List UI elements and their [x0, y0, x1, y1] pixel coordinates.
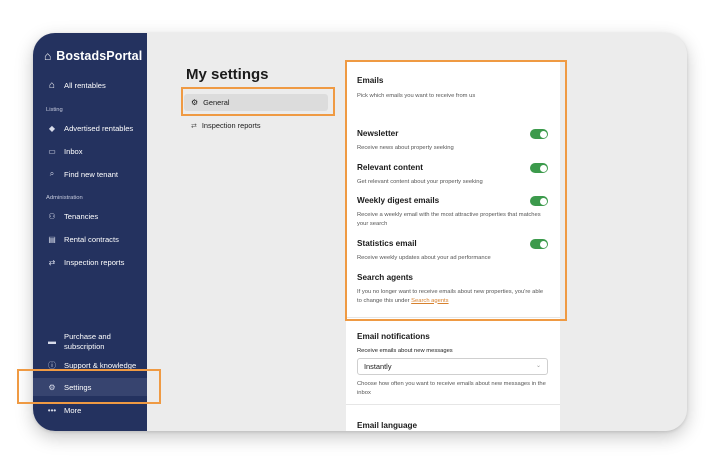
more-dots-icon: ••• [47, 405, 57, 415]
sidebar-item-rental-contracts[interactable]: ▤ Rental contracts [33, 230, 147, 248]
notification-frequency-select[interactable]: Instantly ⌄ [357, 358, 548, 375]
settings-menu-general[interactable]: ⚙ General [184, 94, 328, 111]
search-agents-text: If you no longer want to receive emails … [357, 289, 544, 304]
house-icon: ⌂ [44, 49, 52, 63]
weekly-digest-title: Weekly digest emails [357, 196, 440, 205]
app-window: ⌂ BostadsPortal ⌂ All rentables Listing … [33, 33, 687, 431]
emails-subtitle: Pick which emails you want to receive fr… [357, 93, 476, 99]
email-notifications-help: Choose how often you want to receive ema… [357, 381, 546, 396]
emails-heading: Emails [357, 76, 384, 85]
divider [346, 317, 560, 318]
settings-menu-label: General [203, 98, 230, 107]
sidebar-item-label: Rental contracts [64, 234, 119, 244]
section-label-administration: Administration [46, 195, 83, 201]
main-content: My settings ⚙ General ⇄ Inspection repor… [147, 33, 687, 431]
email-notifications-label: Receive emails about new messages [357, 348, 453, 354]
relevant-content-toggle[interactable] [530, 163, 548, 173]
megaphone-icon: ◆ [48, 123, 56, 133]
sidebar-item-label: Inspection reports [64, 257, 125, 267]
purchase-label-line1: Purchase and [64, 332, 111, 341]
settings-menu-inspection-reports[interactable]: ⇄ Inspection reports [191, 121, 261, 130]
settings-panel: Emails Pick which emails you want to rec… [346, 61, 560, 431]
document-icon: ▤ [48, 234, 56, 244]
email-language-heading: Email language [357, 421, 418, 430]
sidebar-item-label: Purchase and subscription [64, 332, 111, 352]
newsletter-title: Newsletter [357, 129, 399, 138]
chevron-down-icon: ⌄ [535, 363, 541, 369]
people-icon: ⚇ [48, 211, 56, 221]
brand-name: BostadsPortal [56, 49, 143, 63]
sidebar-item-settings[interactable]: ⚙ Settings [33, 378, 147, 396]
relevant-content-desc: Get relevant content about your property… [357, 179, 483, 185]
search-agents-desc: If you no longer want to receive emails … [357, 288, 549, 305]
sidebar-item-purchase[interactable]: ▬ Purchase and subscription [33, 330, 147, 354]
sidebar-item-all-rentables[interactable]: ⌂ All rentables [33, 76, 147, 94]
gear-icon: ⚙ [191, 98, 199, 107]
sidebar-item-more[interactable]: ••• More [33, 401, 147, 419]
sidebar-item-label: Settings [64, 382, 92, 392]
sidebar-item-find-tenant[interactable]: ⌕ Find new tenant [33, 165, 147, 183]
swap-arrows-icon: ⇄ [48, 257, 56, 267]
page-title: My settings [186, 66, 269, 83]
sidebar: ⌂ BostadsPortal ⌂ All rentables Listing … [33, 33, 147, 431]
credit-card-icon: ▬ [48, 337, 56, 346]
relevant-content-title: Relevant content [357, 163, 423, 172]
sidebar-item-label: Inbox [64, 146, 83, 156]
question-circle-icon: ⓘ [48, 360, 56, 370]
statistics-email-title: Statistics email [357, 239, 417, 248]
sidebar-item-label: More [64, 405, 82, 415]
sidebar-item-label: Support & knowledge [64, 360, 137, 370]
newsletter-toggle[interactable] [530, 129, 548, 139]
divider [346, 404, 560, 405]
gear-icon: ⚙ [48, 382, 56, 392]
chat-icon: ▭ [48, 146, 56, 156]
select-value: Instantly [364, 362, 392, 371]
sidebar-item-advertised-rentables[interactable]: ◆ Advertised rentables [33, 119, 147, 137]
search-agents-link[interactable]: Search agents [411, 298, 448, 304]
newsletter-desc: Receive news about property seeking [357, 145, 454, 151]
section-label-listing: Listing [46, 107, 63, 113]
statistics-email-toggle[interactable] [530, 239, 548, 249]
sidebar-item-tenancies[interactable]: ⚇ Tenancies [33, 207, 147, 225]
search-icon: ⌕ [49, 169, 55, 178]
email-notifications-heading: Email notifications [357, 332, 430, 341]
weekly-digest-desc: Receive a weekly email with the most att… [357, 212, 541, 227]
sidebar-item-inspection-reports[interactable]: ⇄ Inspection reports [33, 253, 147, 271]
sidebar-item-label: All rentables [64, 80, 106, 90]
purchase-label-line2: subscription [64, 342, 105, 351]
settings-menu-label: Inspection reports [201, 121, 261, 130]
brand[interactable]: ⌂ BostadsPortal [44, 49, 142, 63]
sidebar-item-inbox[interactable]: ▭ Inbox [33, 142, 147, 160]
swap-arrows-icon: ⇄ [191, 122, 197, 130]
sidebar-item-label: Tenancies [64, 211, 99, 221]
sidebar-item-label: Advertised rentables [64, 123, 134, 133]
statistics-email-desc: Receive weekly updates about your ad per… [357, 255, 491, 261]
sidebar-item-support[interactable]: ⓘ Support & knowledge [33, 356, 147, 374]
search-agents-title: Search agents [357, 273, 413, 282]
sidebar-item-label: Find new tenant [64, 169, 119, 179]
weekly-digest-toggle[interactable] [530, 196, 548, 206]
house-icon: ⌂ [48, 79, 56, 91]
